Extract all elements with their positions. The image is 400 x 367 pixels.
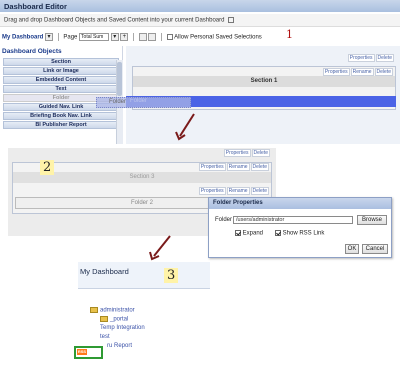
objects-scrollbar-thumb[interactable] [117,62,122,96]
object-text[interactable]: Text [3,85,119,93]
instructions-text: Drag and drop Dashboard Objects and Save… [4,17,225,24]
section-properties-link[interactable]: Properties [322,68,350,76]
folder-path-input[interactable]: /users/administrator [233,216,353,224]
tree-item-label: _portal [110,316,129,323]
dashboard-canvas-step1: Properties Delete Properties Rename Delete … [126,46,400,144]
objects-panel-title: Dashboard Objects [2,48,62,55]
tree-item-portal[interactable]: _portal [100,316,128,323]
browse-button[interactable]: Browse [357,215,387,225]
instructions-bar: Drag and drop Dashboard Objects and Save… [0,14,400,27]
column-properties-link[interactable]: Properties [347,54,375,62]
allow-saved-checkbox[interactable] [166,34,173,40]
cancel-button[interactable]: Cancel [362,244,388,254]
step-marker-3: 3 [164,268,179,283]
rss-feed-icon[interactable]: RSS [77,349,87,355]
help-icon[interactable] [228,17,235,23]
page-dropdown-icon[interactable]: ▾ [110,33,119,41]
arrow-down-left-icon [149,235,171,261]
toolbar-divider [57,33,59,41]
section-rename-link[interactable]: Rename [226,163,250,171]
section-delete-link[interactable]: Delete [250,163,269,171]
my-dashboard-header: My Dashboard [78,262,210,289]
app-title: Dashboard Editor [4,2,67,11]
page-label: Page [63,34,78,41]
column-properties-link[interactable]: Properties [223,149,251,157]
dropdown-icon[interactable]: ▾ [45,33,54,41]
folder-delete-link[interactable]: Delete [250,187,269,195]
column-header-links: Properties Delete [223,149,270,157]
folder-header-links: Properties Rename Delete [198,187,269,195]
ok-button[interactable]: OK [345,244,359,254]
folder-icon [90,307,98,313]
tree-root-label: administrator [100,307,135,314]
arrow-down-left-icon [175,113,195,141]
section-header-links: Properties Rename Delete [322,68,393,76]
object-link-or-image[interactable]: Link or Image [3,67,119,75]
toolbar-divider [133,33,135,41]
show-rss-label: Show RSS Link [282,230,325,237]
expand-option: Expand [235,230,263,237]
folder-properties-link[interactable]: Properties [198,187,226,195]
column-header-links: Properties Delete [347,54,394,62]
folder-rename-link[interactable]: Rename [226,187,250,195]
dashboard-name: My Dashboard [2,34,44,41]
add-page-icon[interactable]: + [120,33,129,41]
expand-label: Expand [242,230,264,237]
print-icon[interactable] [138,33,147,41]
page-select[interactable]: Total Sum [79,33,110,41]
tree-item-report[interactable]: ru Report [107,343,132,349]
toolbar-divider [161,33,163,41]
show-rss-checkbox[interactable] [275,230,281,236]
allow-saved-label: Allow Personal Saved Selections [174,34,262,41]
tree-item-test[interactable]: test [100,334,110,340]
step-marker-2: 2 [40,160,55,175]
dragged-folder-object[interactable]: Folder [96,97,191,108]
column-delete-link[interactable]: Delete [251,149,270,157]
section-header-links: Properties Rename Delete [198,163,269,171]
expand-checkbox[interactable] [235,230,241,236]
step-marker-1: 1 [286,28,293,41]
section-properties-link[interactable]: Properties [198,163,226,171]
section-delete-link[interactable]: Delete [374,68,393,76]
tree-root[interactable]: administrator [90,307,135,314]
tree-item-temp-integration[interactable]: Temp Integration [100,325,145,331]
section-rename-link[interactable]: Rename [350,68,374,76]
rss-option: Show RSS Link [275,230,324,237]
object-bi-publisher-report[interactable]: BI Publisher Report [3,121,119,129]
folder-properties-dialog: Folder Properties Folder /users/administ… [208,197,392,258]
object-embedded-content[interactable]: Embedded Content [3,76,119,84]
my-dashboard-title: My Dashboard [80,267,129,276]
section-1-title: Section 1 [133,76,395,87]
dashboard-objects-panel: Dashboard Objects Section Link or Image … [0,46,123,144]
folder-field-label: Folder [215,217,233,223]
properties-icon[interactable] [148,33,157,41]
column-delete-link[interactable]: Delete [375,54,394,62]
editor-toolbar: My Dashboard ▾ Page Total Sum ▾ + Allow … [0,30,400,44]
folder-icon [100,316,108,322]
app-title-bar: Dashboard Editor [0,0,400,12]
object-briefing-book-nav-link[interactable]: Briefing Book Nav. Link [3,112,119,120]
object-section[interactable]: Section [3,58,119,66]
dialog-title: Folder Properties [209,198,391,209]
